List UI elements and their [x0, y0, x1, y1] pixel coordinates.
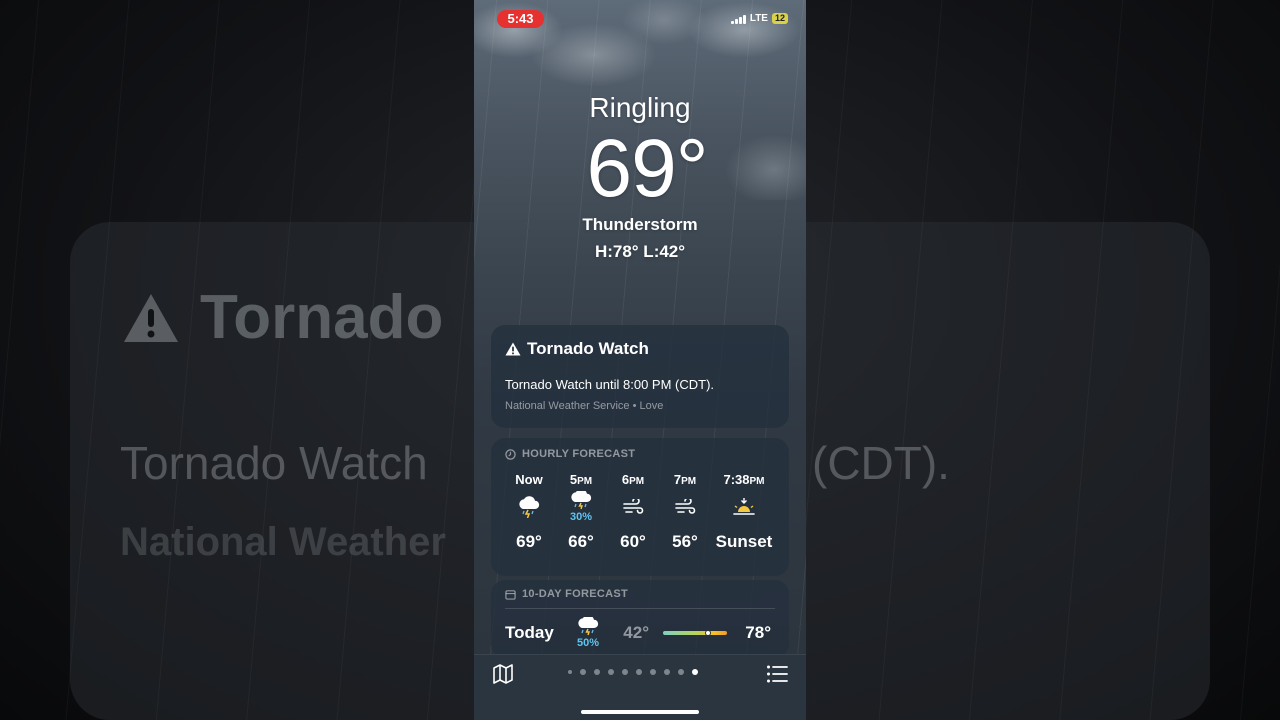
network-label: LTE: [749, 13, 768, 24]
day-low: 42°: [623, 623, 649, 642]
weather-header: Ringling 69° Thunderstorm H:78° L:42°: [474, 90, 806, 264]
forecast-day-row: Today 50% 42° 78°: [505, 613, 775, 653]
hour-item: Now 69°: [505, 472, 553, 552]
clock-icon: [505, 448, 516, 460]
thunder-rain-icon: 30%: [569, 490, 593, 524]
hour-item: 7:38PM Sunset: [713, 472, 775, 552]
hour-time: 7:38PM: [723, 472, 765, 487]
background-alert-tail: (CDT).: [812, 437, 950, 489]
page-dot[interactable]: [664, 669, 670, 675]
ten-day-forecast-card[interactable]: 10-DAY FORECAST Today 50% 42° 78°: [491, 580, 789, 658]
sunset-icon: [732, 490, 756, 524]
map-icon[interactable]: [492, 663, 514, 685]
battery-icon: 12: [771, 13, 788, 24]
hour-temp: 66°: [568, 532, 594, 551]
hour-time: 7PM: [673, 472, 697, 487]
hourly-forecast-card[interactable]: HOURLY FORECAST Now 69° 5PM 30% 66° 6PM …: [491, 438, 789, 576]
precip-chance: 30%: [569, 511, 593, 523]
city-name: Ringling: [589, 92, 691, 123]
temperature-range-bar: [663, 630, 727, 636]
status-indicators: LTE 12: [731, 13, 788, 24]
home-indicator[interactable]: [581, 710, 699, 714]
hour-temp: 56°: [672, 532, 698, 551]
current-condition: Thunderstorm: [582, 215, 698, 234]
page-dot[interactable]: [678, 669, 684, 675]
page-dot[interactable]: [622, 669, 628, 675]
day-high: 78°: [745, 623, 771, 642]
alert-card[interactable]: Tornado Watch Tornado Watch until 8:00 P…: [491, 325, 789, 428]
hour-item: 6PM 60°: [609, 472, 657, 552]
page-dot[interactable]: [636, 669, 642, 675]
page-dot[interactable]: [594, 669, 600, 675]
phone-screen: 5:43 LTE 12 Ringling 69° Thunderstorm H:…: [474, 0, 806, 720]
thunder-rain-icon: 50%: [571, 617, 605, 649]
signal-icon: [731, 14, 746, 24]
page-dot[interactable]: [650, 669, 656, 675]
alert-source: National Weather Service • Love: [505, 400, 664, 412]
precip-chance: 50%: [576, 637, 600, 649]
alert-header: Tornado Watch: [505, 339, 775, 359]
divider: [505, 608, 775, 609]
hour-temp: 69°: [516, 532, 542, 551]
hour-temp: 60°: [620, 532, 646, 551]
page-indicator[interactable]: [568, 669, 698, 675]
hour-item: 7PM 56°: [661, 472, 709, 552]
warning-icon: [505, 342, 521, 356]
day-name: Today: [505, 623, 554, 642]
page-dot[interactable]: [608, 669, 614, 675]
wind-icon: [674, 490, 696, 524]
hour-item: 5PM 30% 66°: [557, 472, 605, 552]
ten-day-forecast-header: 10-DAY FORECAST: [505, 588, 775, 600]
wind-icon: [622, 490, 644, 524]
high-low: H:78° L:42°: [594, 242, 686, 261]
hour-time: 5PM: [569, 472, 593, 487]
background-alert-title: Tornado: [122, 282, 443, 353]
bottom-toolbar: [474, 654, 806, 720]
hour-time: 6PM: [621, 472, 645, 487]
background-alert-line: Tornado Watch: [120, 437, 428, 489]
hourly-forecast-header: HOURLY FORECAST: [505, 448, 775, 460]
current-temp-marker: [704, 630, 711, 636]
hour-temp: Sunset: [715, 532, 773, 551]
alert-text: Tornado Watch until 8:00 PM (CDT).: [505, 377, 715, 392]
page-dot[interactable]: [580, 669, 586, 675]
current-temperature: 69°: [586, 123, 708, 214]
calendar-icon: [505, 589, 516, 600]
page-dot[interactable]: [692, 669, 698, 675]
background-warning-icon: [124, 293, 178, 342]
list-icon[interactable]: [766, 664, 788, 684]
status-time: 5:43: [497, 10, 544, 28]
thunderstorm-icon: [517, 490, 541, 524]
background-alert-source: National Weather: [120, 520, 446, 564]
hour-time: Now: [515, 472, 543, 487]
hourly-list: Now 69° 5PM 30% 66° 6PM 60° 7PM 56° 7:38…: [505, 472, 775, 552]
alert-title: Tornado Watch: [527, 339, 649, 358]
location-dot[interactable]: [568, 670, 572, 674]
